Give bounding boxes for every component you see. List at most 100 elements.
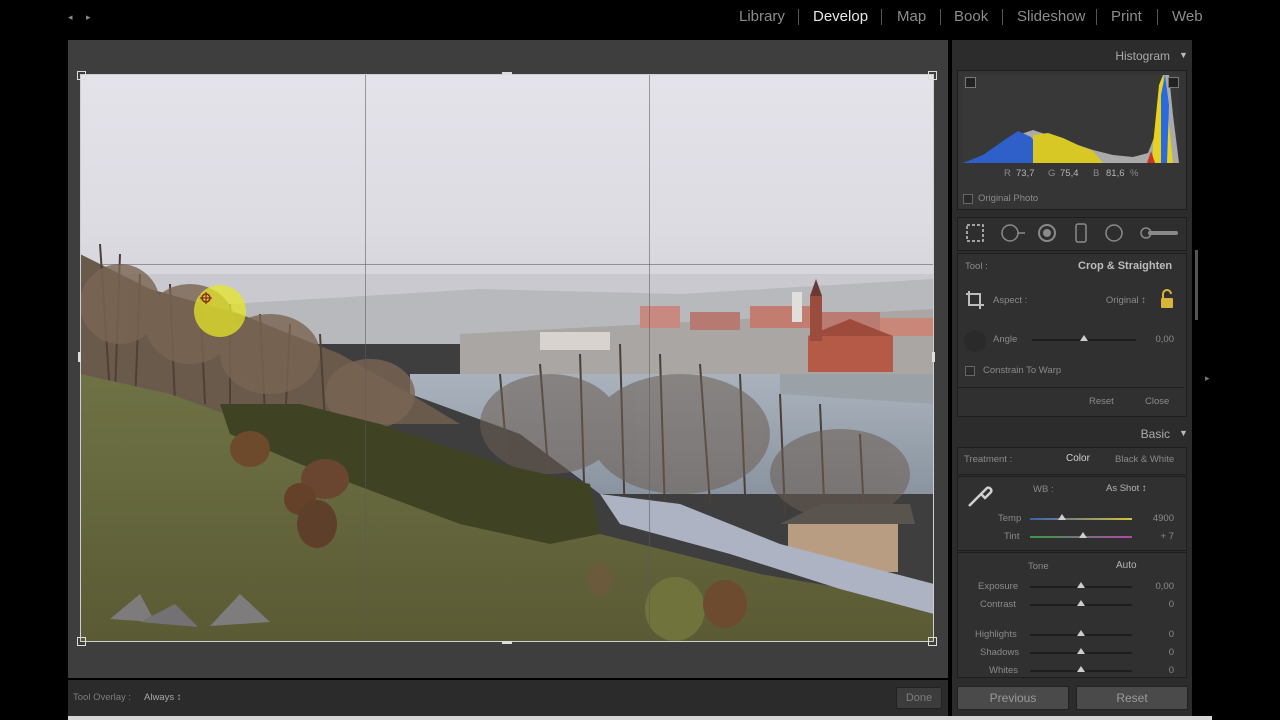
eyedropper-icon[interactable]: [965, 480, 995, 510]
crop-handle[interactable]: [932, 352, 935, 362]
crosshair-icon: [200, 291, 212, 304]
module-book[interactable]: Book: [954, 8, 988, 25]
crop-handle[interactable]: [78, 352, 81, 362]
module-separator: [881, 9, 882, 25]
shadows-slider-thumb[interactable]: [1077, 648, 1085, 654]
rgb-g-label: G: [1048, 168, 1056, 179]
radial-filter-icon[interactable]: [1103, 222, 1125, 244]
rgb-b-label: B: [1093, 168, 1100, 179]
crop-handle[interactable]: [502, 641, 512, 644]
module-web[interactable]: Web: [1172, 8, 1203, 25]
aspect-label: Aspect :: [993, 295, 1028, 306]
panel-toggle-right-icon[interactable]: ▸: [1205, 373, 1210, 384]
constrain-warp-label: Constrain To Warp: [983, 365, 1062, 376]
module-separator: [1096, 9, 1097, 25]
module-slideshow[interactable]: Slideshow: [1017, 8, 1085, 25]
reset-button[interactable]: Reset: [1076, 686, 1188, 710]
treatment-label: Treatment :: [964, 454, 1013, 465]
crop-tool-icon[interactable]: [965, 290, 985, 310]
rgb-unit: %: [1130, 168, 1139, 179]
panel-toggle-right-icon[interactable]: ▸: [86, 12, 91, 23]
crop-handle[interactable]: [928, 71, 937, 80]
treatment-color[interactable]: Color: [1066, 453, 1090, 464]
tool-name: Crop & Straighten: [1078, 260, 1173, 272]
spot-removal-icon[interactable]: [1000, 222, 1025, 244]
filmstrip-divider: [68, 716, 1212, 720]
previous-button[interactable]: Previous: [957, 686, 1069, 710]
tool-overlay-label: Tool Overlay :: [73, 692, 132, 703]
histogram-graph[interactable]: [963, 75, 1179, 163]
temp-slider[interactable]: [1030, 518, 1132, 520]
constrain-warp-checkbox[interactable]: [965, 366, 975, 376]
contrast-label: Contrast: [980, 599, 1016, 610]
exposure-label: Exposure: [978, 581, 1019, 592]
crop-handle[interactable]: [77, 71, 86, 80]
panel-scrollbar[interactable]: [1195, 250, 1198, 320]
crop-handle[interactable]: [502, 72, 512, 75]
collapse-triangle-icon[interactable]: ▼: [1179, 428, 1188, 438]
crop-frame[interactable]: [80, 74, 934, 642]
crop-reset-button[interactable]: Reset: [1089, 396, 1114, 407]
collapse-triangle-icon[interactable]: ▼: [1179, 50, 1188, 60]
angle-label: Angle: [993, 334, 1018, 345]
module-develop[interactable]: Develop: [813, 8, 868, 25]
aspect-select[interactable]: Original ↕: [1082, 295, 1146, 306]
crop-overlay-icon[interactable]: [964, 222, 986, 244]
wb-select[interactable]: As Shot ↕: [1106, 483, 1147, 494]
exposure-slider-thumb[interactable]: [1077, 582, 1085, 588]
tool-overlay-select[interactable]: Always ↕: [144, 692, 181, 703]
crop-close-button[interactable]: Close: [1145, 396, 1169, 407]
wb-label: WB :: [1033, 484, 1054, 495]
module-separator: [940, 9, 941, 25]
highlights-value[interactable]: 0: [1138, 629, 1174, 640]
tint-value[interactable]: + 7: [1138, 531, 1174, 542]
highlights-slider-thumb[interactable]: [1077, 630, 1085, 636]
highlights-label: Highlights: [975, 629, 1017, 640]
module-map[interactable]: Map: [897, 8, 926, 25]
basic-title[interactable]: Basic: [1141, 427, 1170, 441]
contrast-value[interactable]: 0: [1138, 599, 1174, 610]
whites-label: Whites: [989, 665, 1019, 676]
shadows-label: Shadows: [980, 647, 1020, 658]
rgb-b-value: 81,6: [1106, 168, 1125, 179]
histogram-chart: [963, 75, 1179, 163]
contrast-slider-thumb[interactable]: [1077, 600, 1085, 606]
module-print[interactable]: Print: [1111, 8, 1142, 25]
adjustment-brush-icon[interactable]: [1138, 222, 1180, 244]
straighten-tool-icon[interactable]: [964, 330, 986, 352]
temp-value[interactable]: 4900: [1138, 513, 1174, 524]
module-picker: ◂ ▸ Library Develop Map Book Slideshow P…: [0, 0, 1280, 38]
temp-slider-thumb[interactable]: [1058, 514, 1066, 520]
treatment-bw[interactable]: Black & White: [1115, 454, 1174, 465]
angle-value[interactable]: 0,00: [1138, 334, 1175, 345]
temp-label: Temp: [998, 513, 1022, 524]
rgb-r-label: R: [1004, 168, 1011, 179]
divider: [958, 387, 1184, 388]
done-button[interactable]: Done: [896, 687, 942, 709]
original-photo-checkbox[interactable]: [963, 194, 973, 204]
right-panel: Histogram ▼ R 73,7 G 75,4 B 81,6 % Origi…: [952, 40, 1192, 716]
original-photo-label: Original Photo: [978, 193, 1039, 204]
angle-slider-thumb[interactable]: [1080, 335, 1088, 341]
crop-handle[interactable]: [928, 637, 937, 646]
graduated-filter-icon[interactable]: [1070, 222, 1092, 244]
bottom-toolbar: Tool Overlay : Always ↕ Done: [68, 680, 948, 716]
red-eye-icon[interactable]: [1036, 222, 1058, 244]
rgb-r-value: 73,7: [1016, 168, 1035, 179]
histogram-title[interactable]: Histogram: [1115, 49, 1170, 63]
module-separator: [1157, 9, 1158, 25]
whites-value[interactable]: 0: [1138, 665, 1174, 676]
lock-icon[interactable]: [1158, 289, 1176, 309]
shadows-value[interactable]: 0: [1138, 647, 1174, 658]
whites-slider-thumb[interactable]: [1077, 666, 1085, 672]
auto-tone-button[interactable]: Auto: [1116, 560, 1137, 571]
shadow-clipping-icon[interactable]: [965, 77, 976, 88]
module-library[interactable]: Library: [739, 8, 785, 25]
panel-toggle-left-icon[interactable]: ◂: [68, 12, 73, 23]
exposure-value[interactable]: 0,00: [1138, 581, 1175, 592]
tint-slider-thumb[interactable]: [1079, 532, 1087, 538]
highlight-clipping-icon[interactable]: [1168, 77, 1179, 88]
tool-label: Tool :: [965, 261, 988, 272]
crop-handle[interactable]: [77, 637, 86, 646]
module-separator: [798, 9, 799, 25]
